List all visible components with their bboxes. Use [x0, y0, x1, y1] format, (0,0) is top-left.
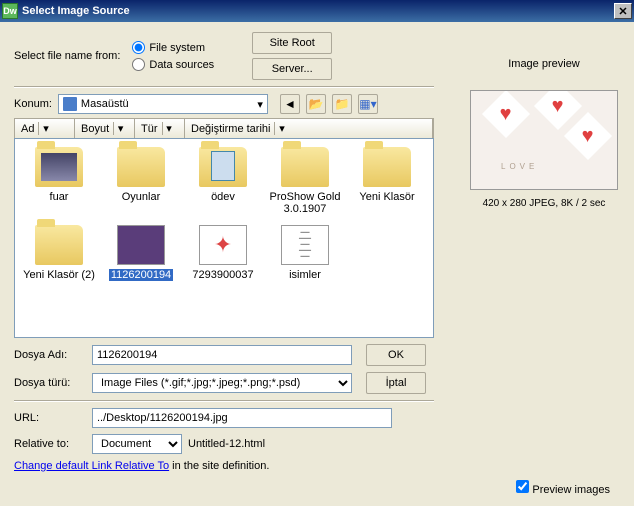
item-label: fuar	[50, 191, 69, 203]
file-item[interactable]: fuar	[23, 147, 95, 215]
thumbnail-icon: ✦	[199, 225, 247, 265]
view-menu-icon[interactable]: ▦▾	[358, 94, 378, 114]
filetype-label: Dosya türü:	[14, 377, 86, 389]
item-label: 7293900037	[192, 269, 253, 281]
radio-filesystem[interactable]: File system	[132, 41, 214, 54]
radio-datasources[interactable]: Data sources	[132, 58, 214, 71]
preview-title: Image preview	[508, 58, 580, 70]
item-label: ödev	[211, 191, 235, 203]
back-icon[interactable]: ◄	[280, 94, 300, 114]
preview-image: LOVE	[470, 90, 618, 190]
col-name[interactable]: Ad▾	[15, 119, 75, 138]
filename-input[interactable]	[92, 345, 352, 365]
new-folder-icon[interactable]: 📁	[332, 94, 352, 114]
select-from-label: Select file name from:	[14, 50, 120, 62]
change-default-link[interactable]: Change default Link Relative To	[14, 460, 169, 472]
file-list[interactable]: fuar Oyunlar ödev ProShow Gold 3.0.1907 Yeni…	[14, 138, 434, 338]
col-type[interactable]: Tür▾	[135, 119, 185, 138]
file-item[interactable]: ✦ 7293900037	[187, 225, 259, 281]
file-item[interactable]: ━━━━━━━━━━━━━━━━━ isimler	[269, 225, 341, 281]
relative-label: Relative to:	[14, 438, 86, 450]
relative-select[interactable]: Document	[92, 434, 182, 454]
item-label: Yeni Klasör (2)	[23, 269, 95, 281]
thumbnail-icon: ━━━━━━━━━━━━━━━━━	[281, 225, 329, 265]
up-icon[interactable]: 📂	[306, 94, 326, 114]
col-size[interactable]: Boyut▾	[75, 119, 135, 138]
url-label: URL:	[14, 412, 86, 424]
desktop-icon	[63, 97, 77, 111]
folder-icon	[281, 147, 329, 187]
window-title: Select Image Source	[22, 5, 614, 17]
preview-images-checkbox[interactable]: Preview images	[516, 480, 610, 496]
file-item[interactable]: Oyunlar	[105, 147, 177, 215]
url-input[interactable]	[92, 408, 392, 428]
item-label: Oyunlar	[122, 191, 161, 203]
cancel-button[interactable]: İptal	[366, 372, 426, 394]
folder-icon	[35, 225, 83, 265]
server-button[interactable]: Server...	[252, 58, 332, 80]
close-button[interactable]: ✕	[614, 3, 632, 19]
filetype-select[interactable]: Image Files (*.gif;*.jpg;*.jpeg;*.png;*.…	[92, 373, 352, 393]
file-item[interactable]: ödev	[187, 147, 259, 215]
preview-info: 420 x 280 JPEG, 8K / 2 sec	[483, 198, 606, 209]
column-headers: Ad▾ Boyut▾ Tür▾ Değiştirme tarihi▾	[14, 118, 434, 138]
ok-button[interactable]: OK	[366, 344, 426, 366]
app-icon: Dw	[2, 3, 18, 19]
file-item[interactable]: ProShow Gold 3.0.1907	[269, 147, 341, 215]
item-label: 1126200194	[109, 269, 173, 281]
file-item[interactable]: Yeni Klasör (2)	[23, 225, 95, 281]
item-label: isimler	[289, 269, 321, 281]
site-root-button[interactable]: Site Root	[252, 32, 332, 54]
location-label: Konum:	[14, 98, 52, 110]
filename-label: Dosya Adı:	[14, 349, 86, 361]
folder-icon	[199, 147, 247, 187]
col-date[interactable]: Değiştirme tarihi▾	[185, 119, 433, 138]
file-item[interactable]: Yeni Klasör	[351, 147, 423, 215]
folder-icon	[117, 147, 165, 187]
item-label: ProShow Gold 3.0.1907	[269, 191, 341, 215]
file-item[interactable]: 1126200194	[105, 225, 177, 281]
folder-icon	[363, 147, 411, 187]
item-label: Yeni Klasör	[359, 191, 414, 203]
folder-icon	[35, 147, 83, 187]
relative-file: Untitled-12.html	[188, 438, 265, 450]
thumbnail-icon	[117, 225, 165, 265]
chevron-down-icon: ▾	[257, 98, 263, 111]
location-select[interactable]: Masaüstü ▾	[58, 94, 268, 114]
